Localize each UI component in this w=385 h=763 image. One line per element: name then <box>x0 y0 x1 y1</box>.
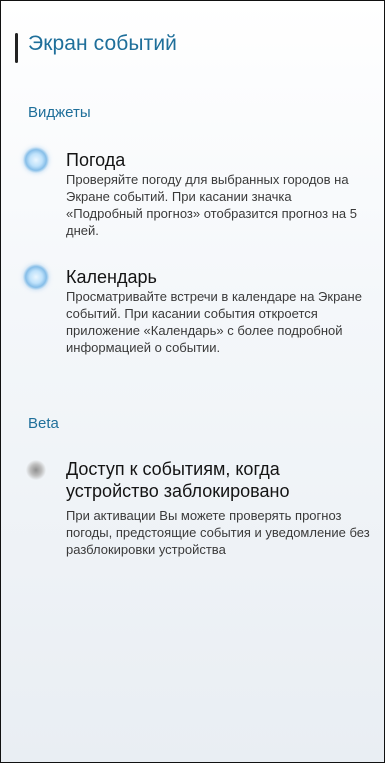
title-accent-bar <box>15 33 18 63</box>
section-title-widgets: Виджеты <box>28 104 91 121</box>
beta-item-title: Доступ к событиям, когда устройство забл… <box>66 459 290 501</box>
page-title: Экран событий <box>28 32 177 55</box>
widget-item-title: Погода <box>66 150 126 170</box>
beta-item-locked-access[interactable]: Доступ к событиям, когда устройство забл… <box>1 456 384 586</box>
widget-item-description: Просматривайте встречи в календаре на Эк… <box>66 289 362 355</box>
radio-selected-icon[interactable] <box>23 147 49 173</box>
widget-item-title: Календарь <box>66 267 157 287</box>
widget-item-calendar[interactable]: Календарь Просматривайте встречи в кален… <box>1 263 384 383</box>
screen: Экран событий Виджеты Погода Проверяйте … <box>0 0 385 763</box>
widget-item-description: Проверяйте погоду для выбранных городов … <box>66 172 357 238</box>
radio-selected-icon[interactable] <box>23 264 49 290</box>
widget-item-weather[interactable]: Погода Проверяйте погоду для выбранных г… <box>1 146 384 251</box>
section-title-beta: Beta <box>28 415 59 432</box>
beta-item-description: При активации Вы можете проверять прогно… <box>66 508 370 557</box>
radio-unselected-icon[interactable] <box>26 460 46 480</box>
